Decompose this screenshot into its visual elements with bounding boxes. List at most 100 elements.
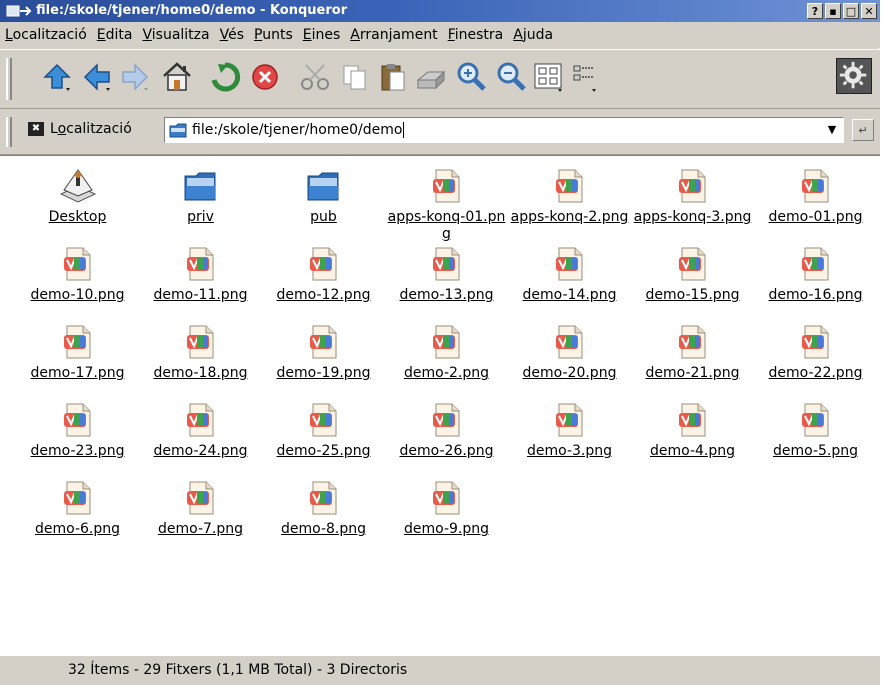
- file-item-demo-11-png[interactable]: demo-11.png: [139, 244, 262, 316]
- zoom-out-icon[interactable]: [494, 60, 528, 94]
- zoom-in-icon[interactable]: [454, 60, 488, 94]
- file-item-demo-26-png[interactable]: demo-26.png: [385, 400, 508, 472]
- go-button[interactable]: ↵: [852, 119, 874, 141]
- file-item-priv[interactable]: priv: [139, 166, 262, 238]
- file-item-demo-4-png[interactable]: demo-4.png: [631, 400, 754, 472]
- main-toolbar: [0, 49, 880, 109]
- file-name: demo-8.png: [280, 521, 367, 537]
- image-file-icon: [181, 478, 221, 518]
- menu-item-punts[interactable]: Punts: [249, 27, 298, 43]
- file-item-demo-10-png[interactable]: demo-10.png: [16, 244, 139, 316]
- file-item-demo-20-png[interactable]: demo-20.png: [508, 322, 631, 394]
- menu-item-finestra[interactable]: Finestra: [443, 27, 509, 43]
- file-name: demo-14.png: [522, 287, 617, 303]
- file-item-desktop[interactable]: Desktop: [16, 166, 139, 238]
- menu-item-eines[interactable]: Eines: [298, 27, 346, 43]
- file-item-pub[interactable]: pub: [262, 166, 385, 238]
- file-name: demo-10.png: [30, 287, 125, 303]
- menu-item-localització[interactable]: Localització: [0, 27, 92, 43]
- location-label-group: ✖ Localització: [28, 121, 132, 137]
- file-name: Desktop: [48, 209, 107, 225]
- file-item-demo-7-png[interactable]: demo-7.png: [139, 478, 262, 550]
- forward-arrow-icon[interactable]: [118, 60, 152, 94]
- stop-icon[interactable]: [248, 60, 282, 94]
- image-file-icon: [673, 166, 713, 206]
- file-item-demo-18-png[interactable]: demo-18.png: [139, 322, 262, 394]
- image-file-icon: [58, 478, 98, 518]
- file-view[interactable]: Desktop priv pub apps-konq-01.png apps-konq-…: [0, 155, 880, 655]
- file-item-demo-9-png[interactable]: demo-9.png: [385, 478, 508, 550]
- minimize-button[interactable]: ▪: [825, 3, 841, 19]
- file-name: demo-20.png: [522, 365, 617, 381]
- file-item-demo-2-png[interactable]: demo-2.png: [385, 322, 508, 394]
- file-item-apps-konq-3-png[interactable]: apps-konq-3.png: [631, 166, 754, 238]
- menu-item-edita[interactable]: Edita: [92, 27, 138, 43]
- menu-item-arranjament[interactable]: Arranjament: [345, 27, 442, 43]
- file-item-demo-16-png[interactable]: demo-16.png: [754, 244, 877, 316]
- location-label: Localització: [50, 121, 132, 137]
- print-icon[interactable]: [414, 60, 448, 94]
- file-name: demo-26.png: [399, 443, 494, 459]
- file-item-demo-12-png[interactable]: demo-12.png: [262, 244, 385, 316]
- copy-icon[interactable]: [338, 60, 372, 94]
- file-item-demo-21-png[interactable]: demo-21.png: [631, 322, 754, 394]
- file-item-demo-01-png[interactable]: demo-01.png: [754, 166, 877, 238]
- file-item-demo-14-png[interactable]: demo-14.png: [508, 244, 631, 316]
- file-item-demo-8-png[interactable]: demo-8.png: [262, 478, 385, 550]
- menu-item-ajuda[interactable]: Ajuda: [508, 27, 558, 43]
- close-button[interactable]: ✕: [861, 3, 877, 19]
- image-file-icon: [58, 400, 98, 440]
- detail-view-icon[interactable]: [570, 60, 604, 94]
- file-name: demo-6.png: [34, 521, 121, 537]
- image-file-icon: [304, 322, 344, 362]
- gear-icon[interactable]: [836, 58, 872, 94]
- image-file-icon: [550, 322, 590, 362]
- menu-item-visualitza[interactable]: Visualitza: [137, 27, 214, 43]
- window-buttons: ? ▪ □ ✕: [807, 3, 877, 19]
- image-file-icon: [427, 400, 467, 440]
- image-file-icon: [673, 322, 713, 362]
- file-item-apps-konq-2-png[interactable]: apps-konq-2.png: [508, 166, 631, 238]
- toolbar-handle[interactable]: [6, 58, 12, 100]
- file-item-demo-3-png[interactable]: demo-3.png: [508, 400, 631, 472]
- file-name: priv: [187, 209, 214, 225]
- file-item-demo-25-png[interactable]: demo-25.png: [262, 400, 385, 472]
- icon-view-icon[interactable]: [532, 60, 566, 94]
- paste-icon[interactable]: [376, 60, 410, 94]
- cut-icon[interactable]: [298, 60, 332, 94]
- file-item-demo-22-png[interactable]: demo-22.png: [754, 322, 877, 394]
- file-item-demo-17-png[interactable]: demo-17.png: [16, 322, 139, 394]
- folder-icon: [181, 166, 221, 206]
- file-item-demo-6-png[interactable]: demo-6.png: [16, 478, 139, 550]
- file-item-apps-konq-01-png[interactable]: apps-konq-01.png: [385, 166, 508, 242]
- file-item-demo-24-png[interactable]: demo-24.png: [139, 400, 262, 472]
- image-file-icon: [796, 322, 836, 362]
- home-icon[interactable]: [160, 60, 194, 94]
- image-file-icon: [550, 244, 590, 284]
- file-item-demo-15-png[interactable]: demo-15.png: [631, 244, 754, 316]
- clear-location-icon[interactable]: ✖: [28, 122, 44, 136]
- file-name: demo-12.png: [276, 287, 371, 303]
- file-item-demo-5-png[interactable]: demo-5.png: [754, 400, 877, 472]
- back-arrow-icon[interactable]: [80, 60, 114, 94]
- location-bar-handle[interactable]: [6, 117, 12, 147]
- file-name: demo-22.png: [768, 365, 863, 381]
- menu-item-vés[interactable]: Vés: [215, 27, 249, 43]
- title-bar[interactable]: file:/skole/tjener/home0/demo - Konquero…: [0, 0, 880, 22]
- image-file-icon: [427, 478, 467, 518]
- file-item-demo-13-png[interactable]: demo-13.png: [385, 244, 508, 316]
- file-name: demo-7.png: [157, 521, 244, 537]
- help-button[interactable]: ?: [807, 3, 823, 19]
- file-item-demo-19-png[interactable]: demo-19.png: [262, 322, 385, 394]
- reload-icon[interactable]: [208, 60, 242, 94]
- window-menu-icon[interactable]: [6, 4, 32, 18]
- up-arrow-icon[interactable]: [40, 60, 74, 94]
- file-name: demo-23.png: [30, 443, 125, 459]
- location-input[interactable]: file:/skole/tjener/home0/demo ▼: [164, 117, 844, 143]
- file-name: demo-25.png: [276, 443, 371, 459]
- image-file-icon: [550, 400, 590, 440]
- maximize-button[interactable]: □: [843, 3, 859, 19]
- desktop-icon: [58, 166, 98, 206]
- location-dropdown-icon[interactable]: ▼: [821, 119, 843, 141]
- file-item-demo-23-png[interactable]: demo-23.png: [16, 400, 139, 472]
